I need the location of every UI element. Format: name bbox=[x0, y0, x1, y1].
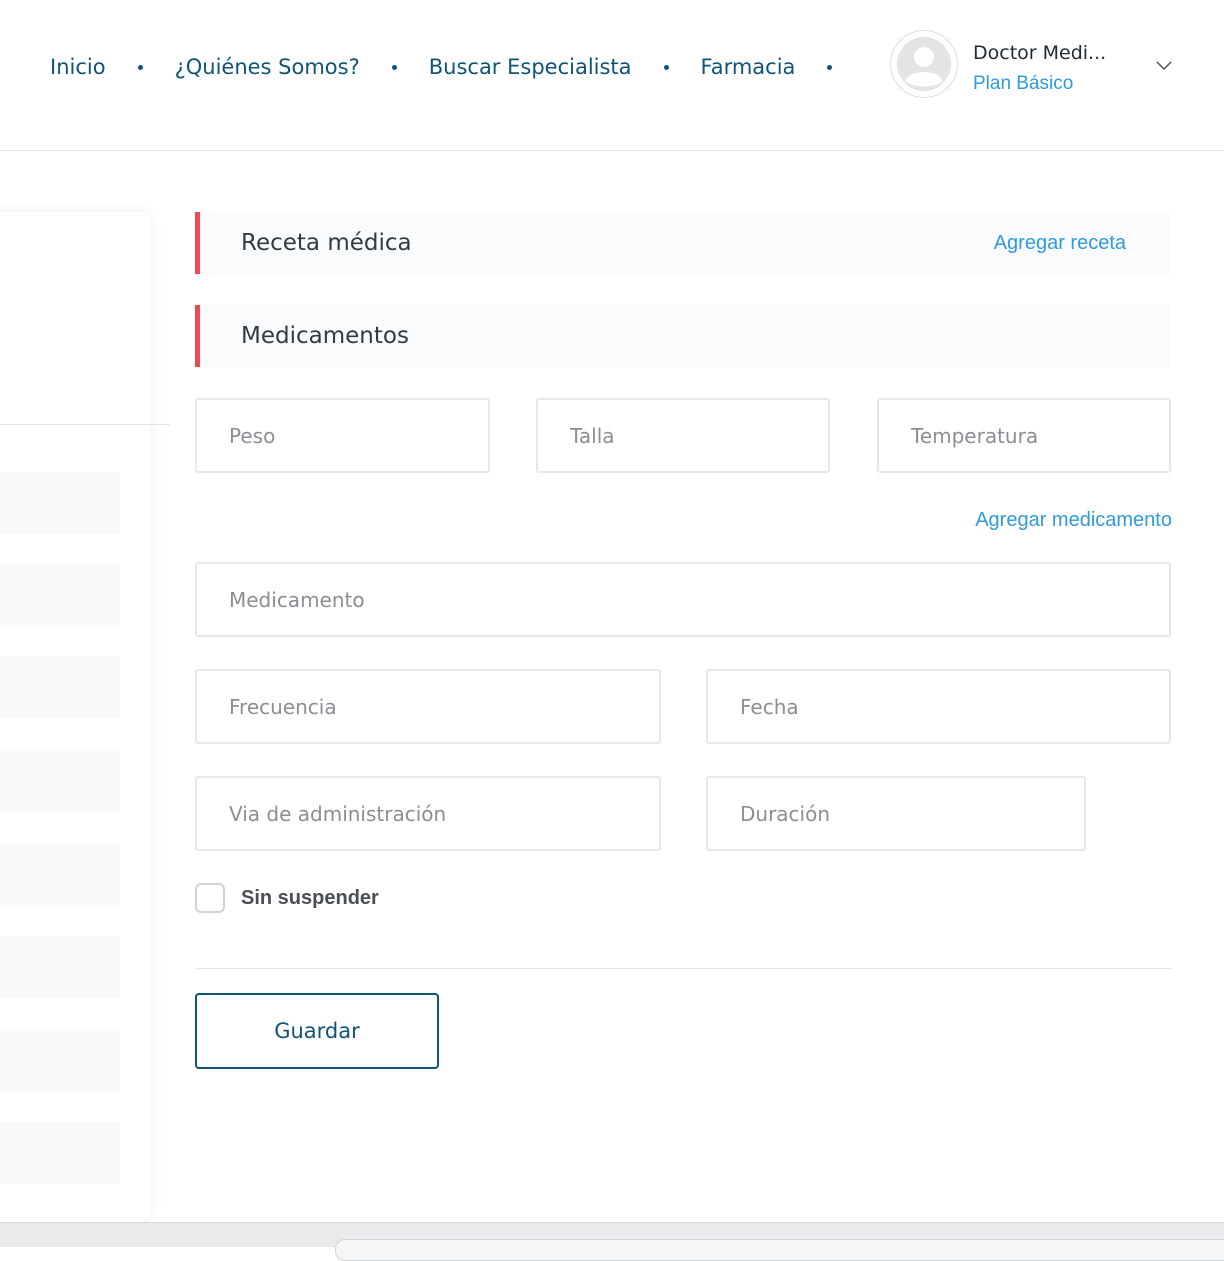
user-name: Doctor Medi... bbox=[973, 42, 1107, 64]
sidebar-divider bbox=[0, 424, 170, 425]
save-button[interactable]: Guardar bbox=[195, 993, 439, 1069]
nav-separator bbox=[137, 64, 143, 70]
user-avatar-icon bbox=[897, 37, 951, 91]
main-nav: Inicio ¿Quiénes Somos? Buscar Especialis… bbox=[50, 44, 864, 90]
sidebar-item-placeholder bbox=[0, 844, 120, 906]
medications-title: Medicamentos bbox=[241, 323, 409, 349]
user-plan: Plan Básico bbox=[973, 73, 1074, 94]
sidebar-item-placeholder bbox=[0, 936, 120, 998]
nav-link-buscar-especialista[interactable]: Buscar Especialista bbox=[429, 55, 632, 79]
left-sidebar-card bbox=[0, 212, 170, 1222]
sin-suspender-checkbox[interactable] bbox=[195, 883, 225, 913]
sidebar-item-placeholder bbox=[0, 1122, 120, 1184]
avatar[interactable] bbox=[890, 30, 958, 98]
nav-separator bbox=[827, 64, 833, 70]
sidebar-item-placeholder bbox=[0, 750, 120, 812]
nav-separator bbox=[391, 64, 397, 70]
sin-suspender-label[interactable]: Sin suspender bbox=[241, 887, 379, 910]
temperatura-input[interactable] bbox=[877, 398, 1171, 473]
bottom-input-bar[interactable] bbox=[335, 1239, 1224, 1261]
nav-link-quienes-somos[interactable]: ¿Quiénes Somos? bbox=[175, 55, 360, 79]
frecuencia-input[interactable] bbox=[195, 669, 661, 744]
nav-separator bbox=[663, 64, 669, 70]
user-profile[interactable]: Doctor Medi... Plan Básico bbox=[890, 30, 1190, 100]
peso-input[interactable] bbox=[195, 398, 490, 473]
section-accent-bar bbox=[195, 305, 200, 367]
talla-input[interactable] bbox=[536, 398, 830, 473]
prescription-section-header: Receta médica Agregar receta bbox=[195, 212, 1170, 274]
medicamento-input[interactable] bbox=[195, 562, 1171, 637]
prescription-title: Receta médica bbox=[241, 230, 412, 256]
bottom-toolbar bbox=[0, 1222, 1224, 1261]
sidebar-item-placeholder bbox=[0, 1030, 120, 1092]
add-prescription-link[interactable]: Agregar receta bbox=[994, 232, 1126, 255]
form-divider bbox=[195, 968, 1172, 969]
sidebar-item-placeholder bbox=[0, 472, 120, 534]
top-header: Inicio ¿Quiénes Somos? Buscar Especialis… bbox=[0, 0, 1224, 151]
via-administracion-input[interactable] bbox=[195, 776, 661, 851]
profile-dropdown-toggle[interactable] bbox=[1152, 54, 1176, 78]
duracion-input[interactable] bbox=[706, 776, 1086, 851]
medications-section-header: Medicamentos bbox=[195, 305, 1170, 367]
section-accent-bar bbox=[195, 212, 200, 274]
chevron-down-icon bbox=[1156, 61, 1172, 71]
fecha-input[interactable] bbox=[706, 669, 1171, 744]
sidebar-item-placeholder bbox=[0, 564, 120, 626]
add-medication-link[interactable]: Agregar medicamento bbox=[975, 509, 1172, 532]
nav-link-inicio[interactable]: Inicio bbox=[50, 55, 106, 79]
sidebar-item-placeholder bbox=[0, 656, 120, 718]
sin-suspender-option[interactable]: Sin suspender bbox=[195, 882, 379, 914]
nav-link-farmacia[interactable]: Farmacia bbox=[701, 55, 796, 79]
